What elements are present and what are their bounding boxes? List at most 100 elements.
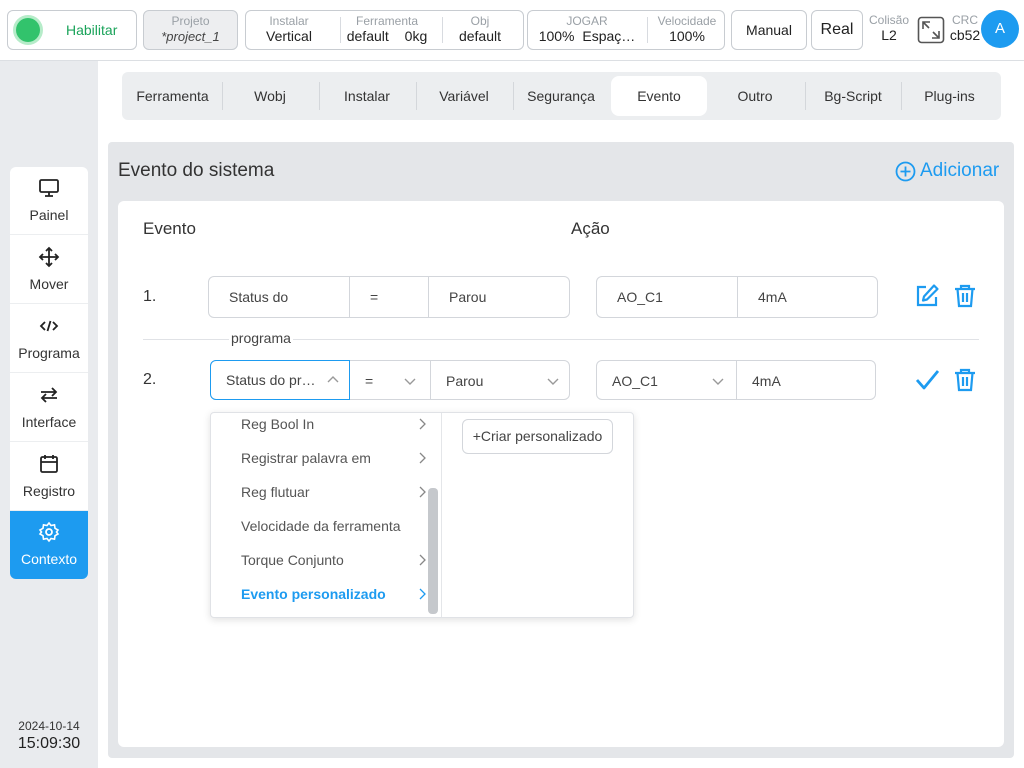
jog-cell: JOGAR 100% Espaç…: [528, 11, 646, 49]
event-condition-field: Status do = Parou: [208, 276, 570, 318]
sidebar-item-registro[interactable]: Registro: [10, 443, 88, 511]
dropdown-option[interactable]: Reg Bool In: [211, 413, 429, 441]
speed-cell: Velocidade 100%: [648, 11, 726, 49]
user-avatar[interactable]: A: [981, 10, 1019, 48]
real-button[interactable]: Real: [811, 10, 863, 50]
event-value-select[interactable]: Parou: [431, 361, 569, 401]
event-source-select[interactable]: Status do pr…: [210, 360, 350, 400]
enable-status-icon: [16, 18, 40, 42]
crc-value: cb52: [949, 27, 981, 43]
event-source-dropdown: Reg Bool In Registrar palavra em Reg flu…: [210, 412, 634, 618]
dropdown-option[interactable]: Torque Conjunto: [211, 543, 429, 577]
action-field: AO_C1 4mA: [596, 276, 878, 318]
tab-evento[interactable]: Evento: [611, 76, 707, 116]
sidebar-item-painel[interactable]: Painel: [10, 167, 88, 235]
create-custom-button[interactable]: +Criar personalizado: [462, 419, 613, 454]
dropdown-option-label: Evento personalizado: [241, 586, 386, 602]
manual-button[interactable]: Manual: [731, 10, 807, 50]
jog-value-line: 100% Espaç…: [528, 28, 646, 45]
dropdown-option[interactable]: Velocidade da ferramenta: [211, 509, 429, 543]
install-tool-obj-box[interactable]: Instalar Vertical Ferramenta default 0kg…: [245, 10, 524, 50]
trash-icon[interactable]: [952, 367, 978, 393]
add-label: Adicionar: [920, 160, 1000, 181]
code-icon: [39, 320, 59, 332]
install-label: Instalar: [269, 14, 309, 28]
project-box[interactable]: Projeto *project_1: [143, 10, 238, 50]
trash-icon[interactable]: [952, 283, 978, 309]
obj-value: default: [458, 28, 502, 44]
event-operator-value: =: [370, 289, 379, 305]
sidebar-item-label: Interface: [21, 414, 77, 430]
event-operator-value: =: [365, 373, 374, 389]
dropdown-scrollbar[interactable]: [428, 488, 438, 614]
tab-outro[interactable]: Outro: [707, 76, 803, 116]
dropdown-options-column: Reg Bool In Registrar palavra em Reg flu…: [211, 413, 442, 617]
action-target-value: AO_C1: [612, 373, 658, 389]
sidebar-item-label: Registro: [22, 483, 76, 499]
enable-button[interactable]: Habilitar: [7, 10, 137, 50]
tabs-panel: Ferramenta Wobj Instalar Variável Segura…: [98, 61, 1024, 131]
expand-icon[interactable]: [917, 16, 945, 44]
jog-speed-box[interactable]: JOGAR 100% Espaç… Velocidade 100%: [527, 10, 725, 50]
dropdown-option-label: Registrar palavra em: [241, 450, 371, 466]
tab-variavel[interactable]: Variável: [417, 76, 511, 116]
speed-label: Velocidade: [657, 14, 717, 28]
dropdown-option-label: Reg flutuar: [241, 484, 310, 500]
speed-value: 100%: [669, 28, 705, 44]
action-target-select[interactable]: AO_C1: [597, 361, 736, 401]
tab-plug-ins[interactable]: Plug-ins: [902, 76, 997, 116]
dropdown-option-label: Torque Conjunto: [241, 552, 344, 568]
tab-ferramenta[interactable]: Ferramenta: [126, 76, 219, 116]
sidebar-item-label: Painel: [29, 207, 69, 223]
sidebar-item-label: Programa: [18, 345, 80, 361]
dropdown-option-label: Reg Bool In: [241, 416, 315, 432]
check-icon[interactable]: [914, 367, 940, 393]
event-value: Parou: [449, 289, 487, 305]
tab-wobj[interactable]: Wobj: [223, 76, 317, 116]
sidebar-item-mover[interactable]: Mover: [10, 236, 88, 304]
jog-value: 100%: [538, 28, 575, 44]
event-operator-select[interactable]: =: [350, 361, 430, 401]
chevron-up-icon: [327, 376, 339, 383]
dropdown-option-label: Velocidade da ferramenta: [241, 518, 401, 534]
monitor-icon: [39, 179, 59, 197]
tab-bg-script[interactable]: Bg-Script: [806, 76, 900, 116]
column-header-event: Evento: [143, 219, 196, 238]
crc-label: CRC: [952, 13, 978, 27]
event-source-wrap-text: programa: [229, 330, 293, 346]
column-header-action: Ação: [571, 219, 610, 238]
tab-instalar[interactable]: Instalar: [320, 76, 414, 116]
dropdown-option-selected[interactable]: Evento personalizado: [211, 577, 429, 611]
edit-icon[interactable]: [914, 283, 940, 309]
install-cell: Instalar Vertical: [246, 11, 332, 49]
event-value: Parou: [446, 373, 484, 389]
chevron-right-icon: [419, 588, 426, 600]
settings-icon: [38, 521, 60, 543]
tool-cell: Ferramenta default 0kg: [342, 11, 432, 49]
date-text: 2024-10-14: [18, 719, 80, 733]
page-title: Evento do sistema: [118, 160, 275, 181]
jog-label: JOGAR: [566, 14, 608, 28]
row-number: 2.: [143, 371, 157, 388]
dropdown-option[interactable]: Registrar palavra em: [211, 441, 429, 475]
chevron-right-icon: [419, 554, 426, 566]
sidebar-item-label: Contexto: [20, 551, 78, 567]
sidebar-item-programa[interactable]: Programa: [10, 305, 88, 373]
event-source-value: Status do pr…: [226, 372, 316, 388]
calendar-icon: [40, 455, 58, 473]
time-text: 15:09:30: [17, 735, 81, 752]
project-value: *project_1: [161, 29, 220, 44]
dropdown-option[interactable]: Reg flutuar: [211, 475, 429, 509]
tab-seguranca[interactable]: Segurança: [514, 76, 608, 116]
tool-weight: 0kg: [404, 28, 428, 44]
sidebar-item-contexto[interactable]: Contexto: [10, 511, 88, 579]
sidebar-item-interface[interactable]: Interface: [10, 374, 88, 442]
jog-space: Espaç…: [582, 28, 636, 44]
obj-cell: Obj default: [444, 11, 516, 49]
collision-indicator[interactable]: Colisão L2: [868, 14, 910, 44]
row-number: 1.: [143, 288, 157, 305]
enable-label: Habilitar: [66, 22, 118, 38]
action-value-input[interactable]: 4mA: [737, 361, 875, 401]
event-source-value: Status do: [229, 289, 289, 305]
action-value: 4mA: [758, 289, 787, 305]
